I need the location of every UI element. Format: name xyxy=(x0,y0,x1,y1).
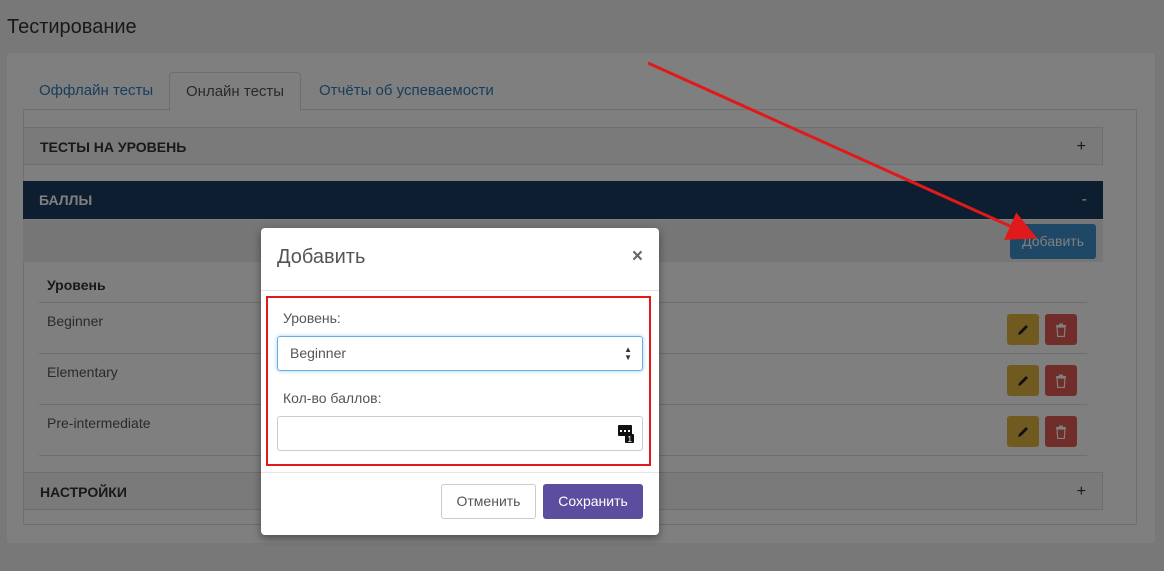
annotation-arrow xyxy=(647,61,1038,240)
